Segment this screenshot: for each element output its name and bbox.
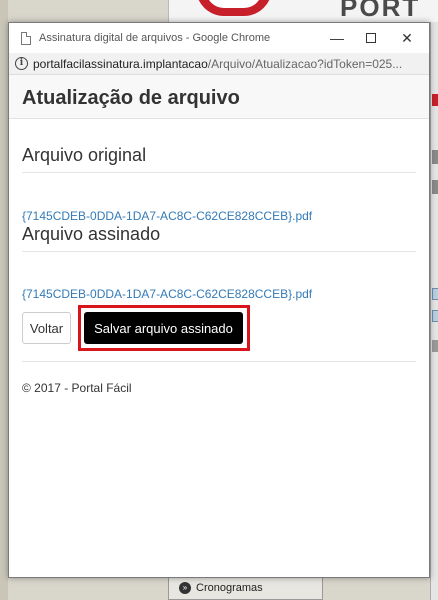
background-red-mark	[432, 94, 438, 106]
footer-divider	[22, 361, 416, 362]
original-file-section-title: Arquivo original	[22, 145, 416, 173]
double-chevron-right-icon: »	[179, 582, 191, 594]
background-page-right	[430, 22, 438, 600]
background-blue-field	[432, 288, 438, 300]
url-host: portalfacilassinatura.implantacao	[33, 57, 208, 71]
background-gray-block	[432, 150, 438, 164]
footer-copyright: © 2017 - Portal Fácil	[22, 381, 132, 395]
close-button[interactable]: ✕	[395, 27, 419, 49]
address-bar[interactable]: i portalfacilassinatura.implantacao/Arqu…	[9, 53, 429, 75]
window-titlebar[interactable]: Assinatura digital de arquivos - Google …	[9, 23, 429, 53]
minimize-button[interactable]: —	[325, 27, 349, 49]
background-blue-field	[432, 310, 438, 322]
background-gray-block	[432, 340, 438, 352]
url-path: /Arquivo/Atualizacao?idToken=025...	[207, 57, 403, 71]
url-text[interactable]: portalfacilassinatura.implantacao/Arquiv…	[33, 57, 425, 71]
signed-file-link[interactable]: {7145CDEB-0DDA-1DA7-AC8C-C62CE828CCEB}.p…	[22, 287, 312, 301]
back-button[interactable]: Voltar	[22, 312, 71, 344]
popup-window: Assinatura digital de arquivos - Google …	[8, 22, 430, 578]
background-gray-block	[432, 180, 438, 194]
window-title: Assinatura digital de arquivos - Google …	[39, 32, 271, 44]
maximize-button[interactable]	[359, 27, 383, 49]
signed-file-section-title: Arquivo assinado	[22, 224, 416, 252]
page-header: Atualização de arquivo	[9, 75, 429, 119]
original-file-link[interactable]: {7145CDEB-0DDA-1DA7-AC8C-C62CE828CCEB}.p…	[22, 209, 312, 223]
info-icon[interactable]: i	[15, 57, 28, 70]
save-signed-file-button[interactable]: Salvar arquivo assinado	[84, 312, 243, 344]
cronogramas-label: Cronogramas	[196, 582, 263, 594]
maximize-icon	[366, 33, 376, 43]
background-logo-text: PORT	[340, 0, 421, 22]
page-title: Atualização de arquivo	[22, 87, 240, 109]
page-icon	[21, 32, 31, 45]
background-page-left	[0, 0, 8, 600]
